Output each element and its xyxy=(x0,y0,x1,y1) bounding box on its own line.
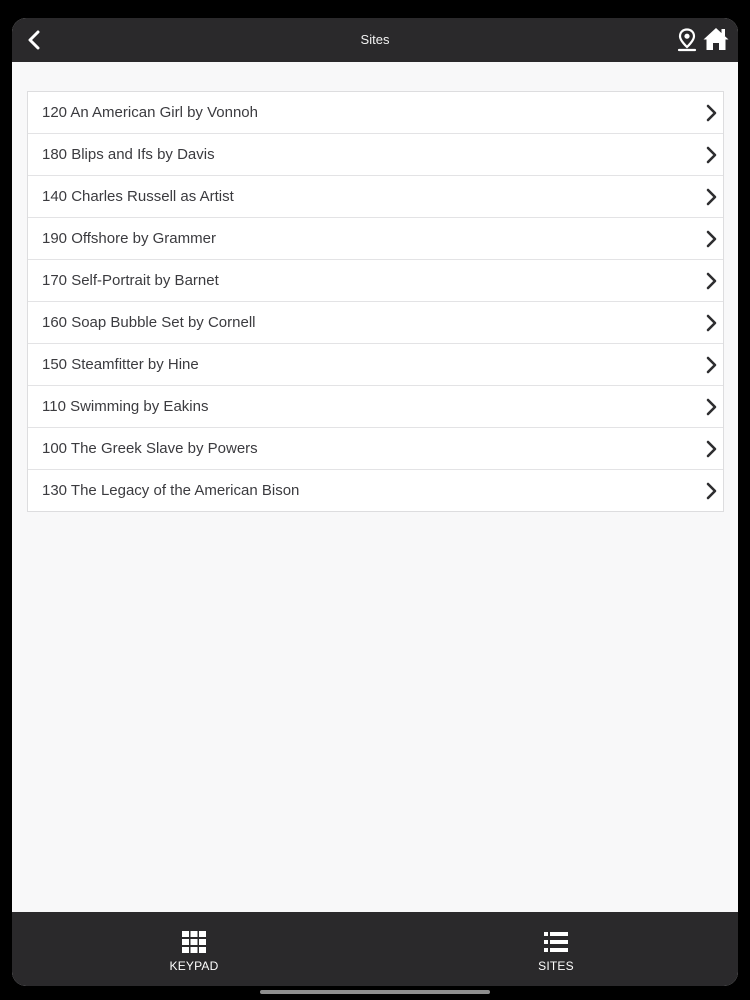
list-item[interactable]: 110 Swimming by Eakins xyxy=(28,386,723,428)
list-item[interactable]: 100 The Greek Slave by Powers xyxy=(28,428,723,470)
chevron-right-icon xyxy=(706,104,717,122)
site-label: 170 Self-Portrait by Barnet xyxy=(42,272,219,289)
sites-list: 120 An American Girl by Vonnoh 180 Blips … xyxy=(27,91,724,512)
site-label: 140 Charles Russell as Artist xyxy=(42,188,234,205)
location-button[interactable] xyxy=(676,28,698,52)
chevron-right-icon xyxy=(706,230,717,248)
chevron-right-icon xyxy=(706,482,717,500)
site-label: 100 The Greek Slave by Powers xyxy=(42,440,258,457)
site-label: 160 Soap Bubble Set by Cornell xyxy=(42,314,256,331)
chevron-right-icon xyxy=(706,146,717,164)
site-label: 190 Offshore by Grammer xyxy=(42,230,216,247)
bottom-tab-bar: KEYPAD SITES xyxy=(12,912,738,986)
tab-keypad[interactable]: KEYPAD xyxy=(124,912,264,986)
list-icon xyxy=(544,932,568,952)
sites-content: 120 An American Girl by Vonnoh 180 Blips … xyxy=(12,62,738,912)
chevron-right-icon xyxy=(706,188,717,206)
grid-icon xyxy=(182,931,206,953)
chevron-right-icon xyxy=(706,398,717,416)
list-item[interactable]: 150 Steamfitter by Hine xyxy=(28,344,723,386)
site-label: 120 An American Girl by Vonnoh xyxy=(42,104,258,121)
list-item[interactable]: 180 Blips and Ifs by Davis xyxy=(28,134,723,176)
page-title: Sites xyxy=(360,32,390,47)
tab-sites[interactable]: SITES xyxy=(486,912,626,986)
chevron-right-icon xyxy=(706,356,717,374)
list-item[interactable]: 170 Self-Portrait by Barnet xyxy=(28,260,723,302)
site-label: 130 The Legacy of the American Bison xyxy=(42,482,300,499)
home-button[interactable] xyxy=(702,26,730,52)
list-item[interactable]: 120 An American Girl by Vonnoh xyxy=(28,92,723,134)
app-screen: Sites 120 An American Girl by Vonnoh 180 … xyxy=(12,18,738,986)
home-icon xyxy=(703,28,729,50)
site-label: 150 Steamfitter by Hine xyxy=(42,356,199,373)
chevron-right-icon xyxy=(706,314,717,332)
map-pin-icon xyxy=(677,28,697,52)
list-item[interactable]: 130 The Legacy of the American Bison xyxy=(28,470,723,511)
chevron-right-icon xyxy=(706,440,717,458)
list-item[interactable]: 190 Offshore by Grammer xyxy=(28,218,723,260)
site-label: 180 Blips and Ifs by Davis xyxy=(42,146,215,163)
list-item[interactable]: 160 Soap Bubble Set by Cornell xyxy=(28,302,723,344)
tab-keypad-label: KEYPAD xyxy=(169,959,219,973)
home-indicator xyxy=(260,990,490,994)
tab-sites-label: SITES xyxy=(538,959,574,973)
list-item[interactable]: 140 Charles Russell as Artist xyxy=(28,176,723,218)
top-navigation-bar: Sites xyxy=(12,18,738,62)
chevron-right-icon xyxy=(706,272,717,290)
site-label: 110 Swimming by Eakins xyxy=(42,398,209,415)
